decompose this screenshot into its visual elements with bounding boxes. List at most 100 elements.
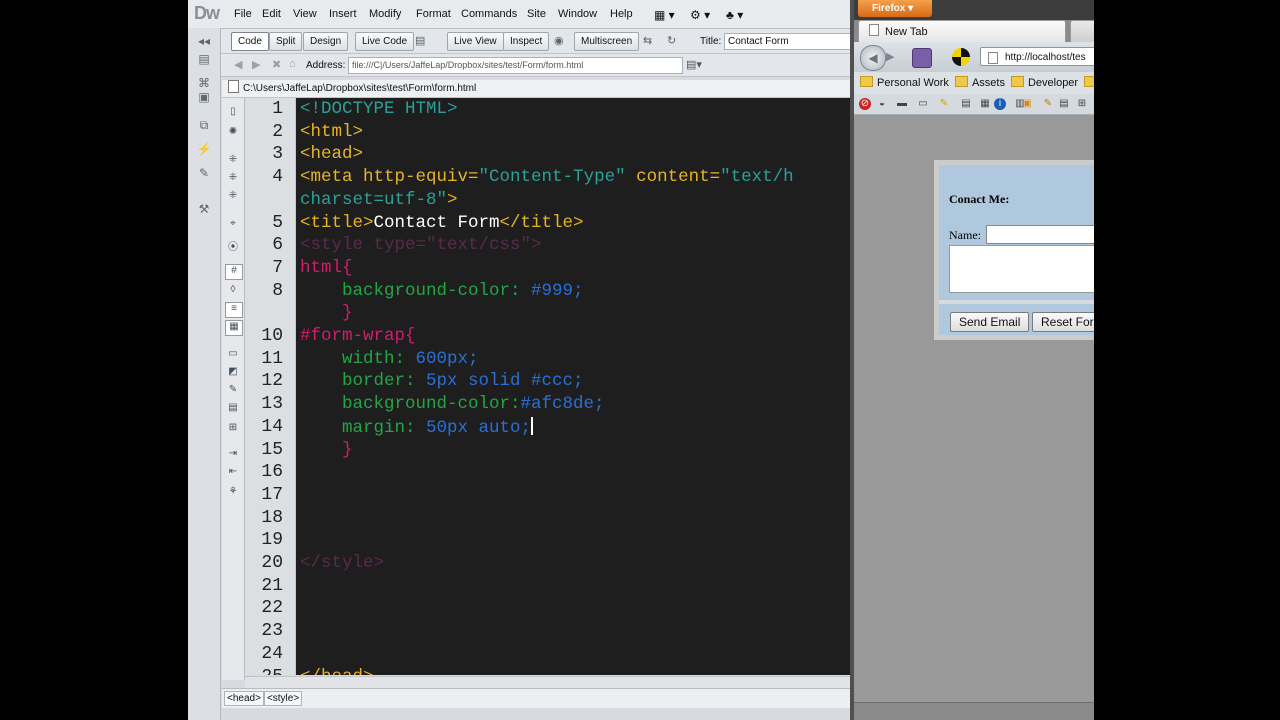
- code-line[interactable]: <!DOCTYPE HTML>: [300, 99, 458, 119]
- information-icon[interactable]: i: [994, 98, 1006, 110]
- menu-modify[interactable]: Modify: [369, 8, 401, 20]
- remove-comment-icon[interactable]: ◩: [225, 366, 241, 380]
- tools-icon[interactable]: ▦: [979, 98, 991, 110]
- firefox-menu-button[interactable]: Firefox ▾: [858, 0, 932, 17]
- open-documents-icon[interactable]: ▯: [225, 106, 241, 120]
- site-map-icon[interactable]: ⌘: [195, 76, 213, 90]
- refresh-icon[interactable]: ↻: [667, 34, 676, 47]
- highlight-invalid-code-icon[interactable]: ◊: [225, 284, 241, 298]
- balance-braces-icon[interactable]: ⦿: [225, 238, 241, 253]
- bookmark-developer[interactable]: Developer: [1005, 76, 1078, 89]
- behaviors-icon[interactable]: ⚡: [195, 142, 213, 156]
- layout-icon[interactable]: ▦ ▾: [654, 8, 675, 22]
- code-line[interactable]: </style>: [300, 553, 384, 573]
- format-source-icon[interactable]: ⚘: [225, 486, 241, 500]
- menu-insert[interactable]: Insert: [329, 8, 357, 20]
- code-line[interactable]: width: 600px;: [300, 349, 479, 369]
- back-button-icon[interactable]: ◀: [860, 45, 886, 71]
- collapse-icon[interactable]: ◂◂: [195, 34, 213, 48]
- tab-second[interactable]: [1070, 20, 1094, 42]
- reset-form-button[interactable]: Reset Form: [1032, 312, 1094, 332]
- home-icon[interactable]: ⌂: [289, 58, 296, 70]
- view-source-icon[interactable]: ▤: [1058, 98, 1070, 110]
- code-line[interactable]: background-color:#afc8de;: [300, 394, 605, 414]
- information-list-icon[interactable]: ▤: [960, 98, 972, 110]
- code-line[interactable]: <style type="text/css">: [300, 235, 542, 255]
- recent-snippets-icon[interactable]: ▤: [225, 402, 241, 416]
- crash-test-icon[interactable]: [952, 48, 970, 66]
- insert-icon[interactable]: ▣: [195, 90, 213, 104]
- move-css-icon[interactable]: ⊞: [225, 422, 241, 436]
- menu-view[interactable]: View: [293, 8, 317, 20]
- split-view-button[interactable]: Split: [269, 32, 303, 51]
- file-management-icon[interactable]: ⇆: [643, 34, 652, 47]
- code-line[interactable]: }: [300, 440, 353, 460]
- menu-site[interactable]: Site: [527, 8, 546, 20]
- code-line[interactable]: <meta http-equiv="Content-Type" content=…: [300, 167, 794, 187]
- code-line[interactable]: <head>: [300, 144, 363, 164]
- address-input[interactable]: file:///C|/Users/JaffeLap/Dropbox/sites/…: [348, 57, 683, 74]
- live-view-options-icon[interactable]: ▤▾: [686, 58, 702, 71]
- preview-globe-icon[interactable]: ◉: [554, 34, 564, 47]
- wrap-tag-icon[interactable]: ✎: [225, 384, 241, 398]
- tag-head[interactable]: <head>: [224, 691, 264, 706]
- menu-edit[interactable]: Edit: [262, 8, 281, 20]
- site-icon[interactable]: ♣ ▾: [726, 8, 743, 22]
- inspect-button[interactable]: Inspect: [503, 32, 550, 51]
- code-line[interactable]: <title>Contact Form</title>: [300, 213, 584, 233]
- message-textarea[interactable]: [949, 245, 1094, 293]
- title-input[interactable]: Contact Form: [724, 33, 850, 50]
- back-icon[interactable]: ◀: [234, 58, 242, 71]
- extend-icon[interactable]: ⚙ ▾: [690, 8, 710, 22]
- bookmark-mo[interactable]: Mo: [1078, 76, 1094, 89]
- code-line[interactable]: background-color: #999;: [300, 281, 584, 301]
- css-styles-icon[interactable]: ✎: [195, 166, 213, 180]
- tag-style[interactable]: <style>: [263, 691, 303, 706]
- menu-window[interactable]: Window: [558, 8, 597, 20]
- design-view-button[interactable]: Design: [303, 32, 349, 51]
- live-view-button[interactable]: Live View: [447, 32, 504, 51]
- bookmark-assets[interactable]: Assets: [949, 76, 1005, 89]
- code-editor[interactable]: <!DOCTYPE HTML> <html> <head> <meta http-eq…: [296, 98, 850, 675]
- bookmark-personal-work[interactable]: Personal Work: [854, 76, 949, 89]
- cookies-icon[interactable]: ◒: [876, 98, 888, 110]
- menu-format[interactable]: Format: [416, 8, 451, 20]
- miscellaneous-icon[interactable]: ✎: [1042, 98, 1054, 110]
- menu-file[interactable]: File: [234, 8, 252, 20]
- name-input[interactable]: [986, 225, 1094, 244]
- resize-icon[interactable]: ▣: [1021, 98, 1033, 110]
- code-line[interactable]: #form-wrap{: [300, 326, 416, 346]
- check-browser-icon[interactable]: ▤: [415, 34, 425, 47]
- word-wrap-icon[interactable]: ≡: [225, 302, 243, 318]
- menu-help[interactable]: Help: [610, 8, 633, 20]
- stop-icon[interactable]: ✖: [272, 58, 281, 71]
- code-line[interactable]: border: 5px solid #ccc;: [300, 371, 584, 391]
- collapse-full-tag-icon[interactable]: ⁜: [225, 154, 241, 168]
- indent-code-icon[interactable]: ⇥: [225, 448, 241, 462]
- tab-new-tab[interactable]: New Tab: [858, 20, 1066, 42]
- menu-commands[interactable]: Commands: [461, 8, 517, 20]
- select-parent-tag-icon[interactable]: ⌖: [225, 218, 241, 232]
- tag-inspector-icon[interactable]: ⚒: [195, 202, 213, 216]
- code-line[interactable]: charset=utf-8">: [300, 190, 458, 210]
- send-email-button[interactable]: Send Email: [950, 312, 1030, 332]
- apply-comment-icon[interactable]: ▭: [225, 348, 241, 362]
- live-code-button[interactable]: Live Code: [355, 32, 415, 51]
- forms-icon[interactable]: ▭: [917, 98, 929, 110]
- forward-icon[interactable]: ▶: [252, 58, 260, 71]
- code-line[interactable]: }: [300, 303, 353, 323]
- code-line[interactable]: <html>: [300, 122, 363, 142]
- show-code-navigator-icon[interactable]: ✺: [225, 126, 241, 140]
- files-icon[interactable]: ▤: [195, 52, 213, 66]
- line-numbers-icon[interactable]: #: [225, 264, 243, 280]
- collapse-selection-icon[interactable]: ⁜: [225, 172, 241, 186]
- code-line[interactable]: margin: 50px auto;: [300, 416, 534, 438]
- assets-icon[interactable]: ⧉: [195, 118, 213, 132]
- multiscreen-button[interactable]: Multiscreen: [574, 32, 640, 51]
- code-line[interactable]: html{: [300, 258, 353, 278]
- url-bar[interactable]: http://localhost/tes: [980, 47, 1094, 66]
- forward-button-icon[interactable]: ▶: [886, 50, 894, 63]
- code-view-button[interactable]: Code: [231, 32, 269, 51]
- code-line[interactable]: </head>: [300, 667, 374, 676]
- css-icon[interactable]: ▬: [896, 98, 908, 110]
